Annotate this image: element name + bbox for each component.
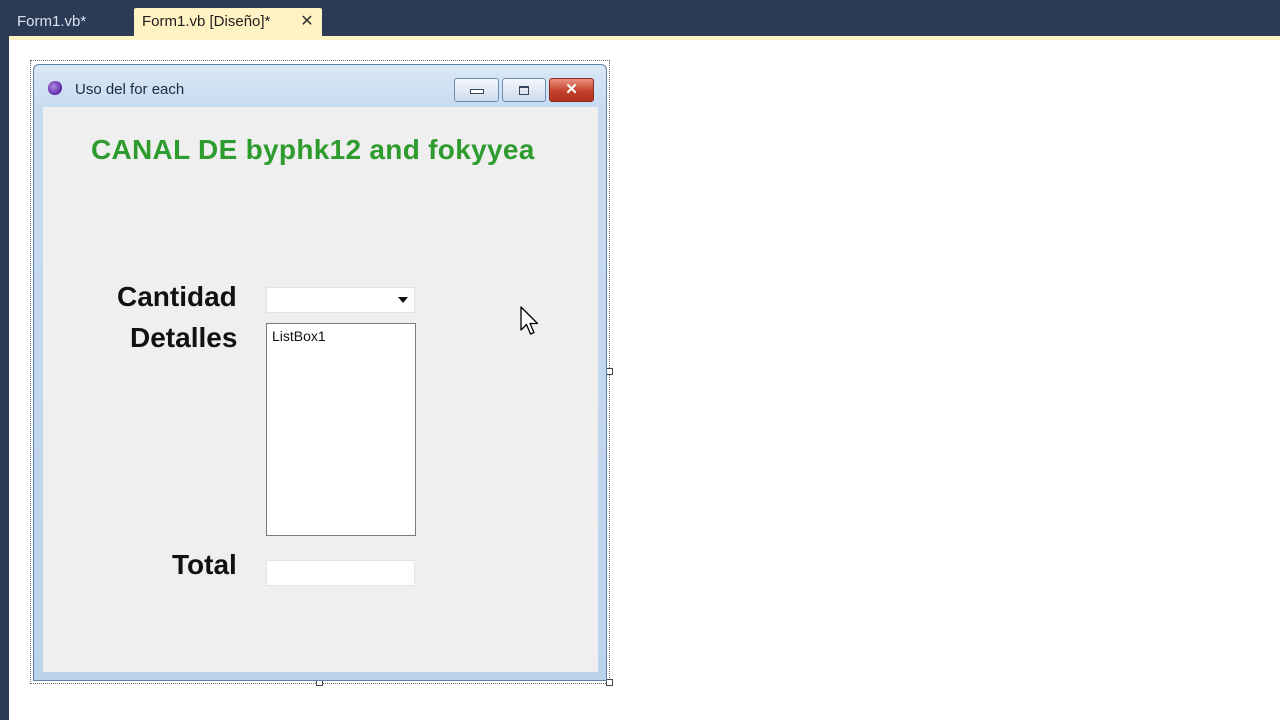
minimize-button[interactable] — [454, 78, 499, 102]
maximize-button[interactable] — [502, 78, 546, 102]
heading-label[interactable]: CANAL DE byphk12 and fokyyea — [91, 134, 535, 166]
close-icon: ✕ — [565, 81, 578, 98]
form-window[interactable]: Uso del for each ✕ CANAL DE byphk12 and … — [33, 64, 607, 681]
mouse-pointer-icon — [520, 306, 539, 335]
tab-label: Form1.vb* — [17, 13, 87, 30]
detalles-label[interactable]: Detalles — [130, 322, 237, 354]
total-label[interactable]: Total — [172, 549, 237, 581]
cantidad-label[interactable]: Cantidad — [117, 281, 237, 313]
document-tab-strip: Form1.vb* Form1.vb [Diseño]* ✕ — [0, 0, 1280, 36]
list-item[interactable]: ListBox1 — [272, 328, 326, 344]
vb-form-icon — [48, 81, 62, 95]
form-titlebar[interactable]: Uso del for each ✕ — [34, 65, 606, 107]
detalles-listbox[interactable]: ListBox1 — [266, 323, 416, 536]
tab-form1-vb[interactable]: Form1.vb* — [9, 8, 121, 36]
form-client-area[interactable]: CANAL DE byphk12 and fokyyea Cantidad De… — [43, 107, 598, 672]
tab-form1-design[interactable]: Form1.vb [Diseño]* ✕ — [134, 8, 322, 36]
form-title: Uso del for each — [75, 81, 185, 98]
tab-label: Form1.vb [Diseño]* — [142, 13, 271, 30]
cantidad-combobox[interactable] — [266, 287, 415, 313]
close-icon[interactable]: ✕ — [298, 8, 316, 36]
close-button[interactable]: ✕ — [549, 78, 594, 102]
chevron-down-icon[interactable] — [398, 297, 408, 303]
resize-handle-right[interactable] — [606, 368, 613, 375]
maximize-icon — [519, 86, 529, 95]
total-textbox[interactable] — [266, 560, 415, 586]
minimize-icon — [469, 89, 484, 94]
resize-handle-corner[interactable] — [606, 679, 613, 686]
